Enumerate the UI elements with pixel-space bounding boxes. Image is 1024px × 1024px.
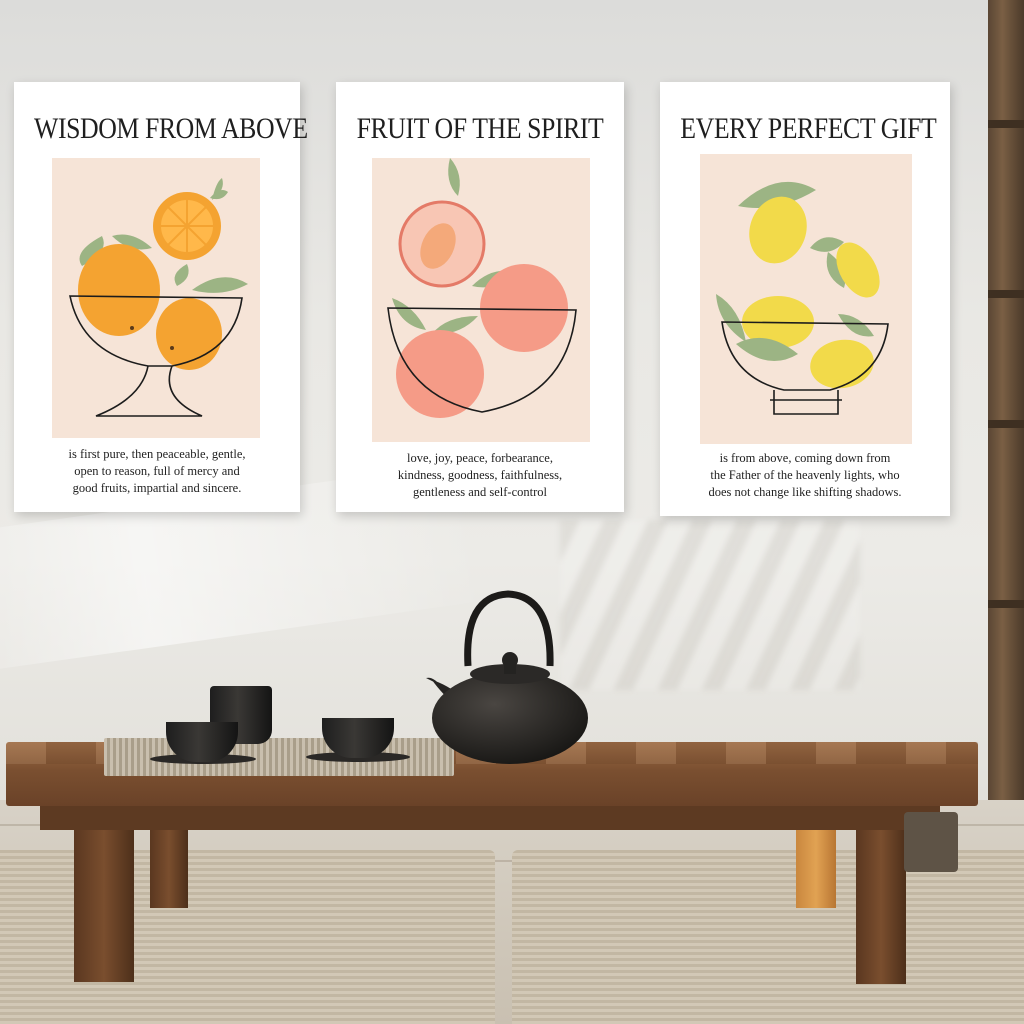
orange-slice <box>153 178 228 260</box>
caption-line: good fruits, impartial and sincere. <box>72 481 242 495</box>
caption-line: is first pure, then peaceable, gentle, <box>68 447 246 461</box>
whole-peach <box>472 264 568 352</box>
caption-line: is from above, coming down from <box>719 451 891 465</box>
table-leg <box>150 822 188 908</box>
poster-fruit-of-the-spirit: FRUIT OF THE SPIRIT love, joy, peace, fo… <box>336 82 624 512</box>
window-mullion <box>988 420 1024 428</box>
whole-peach <box>392 298 484 418</box>
small-box <box>904 812 958 872</box>
caption-line: love, joy, peace, forbearance, <box>407 451 553 465</box>
peach-half <box>398 158 486 288</box>
table-leg <box>856 806 906 984</box>
window-mullion <box>988 600 1024 608</box>
caption-line: kindness, goodness, faithfulness, <box>397 468 563 482</box>
table-leg <box>74 806 134 982</box>
lemon <box>810 237 880 298</box>
table-apron <box>40 806 940 830</box>
window-mullion <box>988 120 1024 128</box>
table-leg <box>796 822 836 908</box>
floor-mat-right <box>512 850 1024 1024</box>
cast-iron-teapot <box>426 590 588 764</box>
room-scene: WISDOM FROM ABOVE is first pure, then pe… <box>0 0 1024 1024</box>
window-frame <box>988 0 1024 800</box>
whole-orange <box>78 234 160 336</box>
poster-caption: is first pure, then peaceable, gentle, o… <box>14 446 300 497</box>
caption-line: open to reason, full of mercy and <box>74 464 240 478</box>
lemon <box>738 181 816 264</box>
poster-every-perfect-gift: EVERY PERFECT GIFT is from above, coming… <box>660 82 950 516</box>
poster-illustration-lemons <box>700 154 912 444</box>
poster-wisdom-from-above: WISDOM FROM ABOVE is first pure, then pe… <box>14 82 308 512</box>
poster-caption: love, joy, peace, forbearance, kindness,… <box>336 450 624 501</box>
window-mullion <box>988 290 1024 298</box>
poster-caption: is from above, coming down from the Fath… <box>660 450 950 501</box>
lemon <box>810 314 874 389</box>
poster-title: WISDOM FROM ABOVE <box>34 112 308 145</box>
poster-title: FRUIT OF THE SPIRIT <box>356 112 604 145</box>
poster-illustration-oranges <box>52 158 260 438</box>
caption-line: the Father of the heavenly lights, who <box>710 468 900 482</box>
caption-line: does not change like shifting shadows. <box>708 485 902 499</box>
window-shadow <box>560 520 860 690</box>
caption-line: gentleness and self-control <box>413 485 547 499</box>
poster-title: EVERY PERFECT GIFT <box>680 112 937 145</box>
poster-illustration-peaches <box>372 158 590 442</box>
